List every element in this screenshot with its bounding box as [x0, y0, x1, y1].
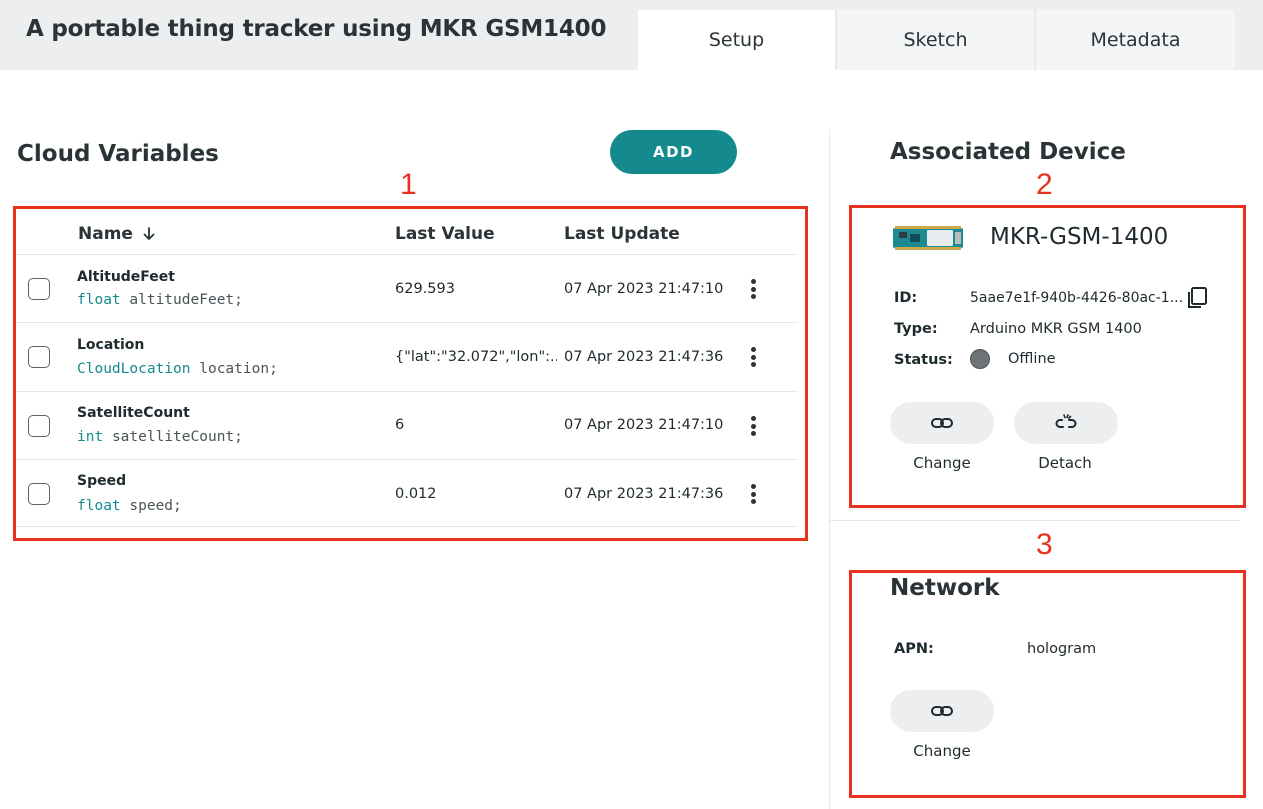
page-title: A portable thing tracker using MKR GSM14…: [26, 16, 607, 42]
device-status-value: Offline: [1008, 351, 1056, 367]
change-device-label: Change: [913, 454, 971, 472]
variable-name: AltitudeFeet: [77, 269, 175, 285]
row-checkbox[interactable]: [28, 346, 50, 368]
annotation-2: 2: [1036, 168, 1053, 201]
variable-declaration: CloudLocation location;: [77, 361, 278, 377]
column-header-name-label: Name: [78, 224, 133, 244]
variable-identifier: altitudeFeet;: [129, 292, 243, 308]
add-variable-button[interactable]: ADD: [610, 130, 737, 174]
table-row[interactable]: Location CloudLocation location; {"lat":…: [16, 322, 798, 390]
row-checkbox[interactable]: [28, 483, 50, 505]
variable-name: Speed: [77, 473, 127, 489]
last-value: 0.012: [395, 486, 437, 502]
link-icon: [931, 418, 953, 428]
device-type-value: Arduino MKR GSM 1400: [970, 321, 1142, 337]
annotation-3: 3: [1036, 528, 1053, 561]
device-id-label: ID:: [894, 290, 918, 306]
board-icon: [893, 226, 963, 250]
variable-identifier: speed;: [129, 498, 182, 514]
last-value: {"lat":"32.072","lon":...: [395, 349, 557, 365]
device-id-value: 5aae7e1f-940b-4426-80ac-1...: [970, 290, 1184, 306]
arrow-down-icon: [143, 227, 155, 240]
link-icon: [931, 706, 953, 716]
unlink-icon: [1055, 414, 1077, 428]
more-options-icon[interactable]: [746, 277, 760, 301]
device-type-label: Type:: [894, 321, 938, 337]
last-update: 07 Apr 2023 21:47:36: [564, 486, 724, 502]
cloud-variables-title: Cloud Variables: [17, 141, 219, 167]
tab-metadata[interactable]: Metadata: [1035, 10, 1235, 70]
variable-declaration: float altitudeFeet;: [77, 292, 243, 308]
row-checkbox[interactable]: [28, 415, 50, 437]
column-divider: [829, 130, 830, 809]
table-row[interactable]: SatelliteCount int satelliteCount; 6 07 …: [16, 391, 798, 459]
device-name: MKR-GSM-1400: [990, 224, 1169, 250]
column-header-last-value[interactable]: Last Value: [395, 224, 495, 244]
variable-type: CloudLocation: [77, 361, 191, 377]
network-title: Network: [890, 575, 1000, 601]
change-network-label: Change: [913, 742, 971, 760]
annotation-box-3: [849, 570, 1246, 798]
variable-identifier: location;: [199, 361, 278, 377]
variable-identifier: satelliteCount;: [111, 429, 243, 445]
apn-label: APN:: [894, 641, 934, 657]
last-value: 629.593: [395, 281, 455, 297]
last-update: 07 Apr 2023 21:47:10: [564, 281, 724, 297]
detach-device-button[interactable]: [1014, 402, 1118, 444]
row-checkbox[interactable]: [28, 278, 50, 300]
table-row[interactable]: Speed float speed; 0.012 07 Apr 2023 21:…: [16, 459, 798, 527]
device-status-label: Status:: [894, 352, 953, 368]
copy-icon[interactable]: [1185, 286, 1209, 310]
column-header-name[interactable]: Name: [78, 224, 157, 244]
last-value: 6: [395, 417, 405, 433]
apn-value: hologram: [1027, 641, 1097, 657]
annotation-1: 1: [400, 168, 417, 201]
variable-name: Location: [77, 337, 145, 353]
tab-sketch[interactable]: Sketch: [836, 10, 1034, 70]
last-update: 07 Apr 2023 21:47:36: [564, 349, 724, 365]
last-update: 07 Apr 2023 21:47:10: [564, 417, 724, 433]
status-indicator-icon: [970, 349, 990, 369]
section-divider: [830, 520, 1240, 521]
change-device-button[interactable]: [890, 402, 994, 444]
detach-device-label: Detach: [1038, 454, 1092, 472]
column-header-last-update[interactable]: Last Update: [564, 224, 680, 244]
tab-setup[interactable]: Setup: [638, 10, 835, 70]
more-options-icon[interactable]: [746, 482, 760, 506]
more-options-icon[interactable]: [746, 414, 760, 438]
variable-declaration: int satelliteCount;: [77, 429, 243, 445]
variable-type: float: [77, 292, 121, 308]
variable-type: float: [77, 498, 121, 514]
more-options-icon[interactable]: [746, 345, 760, 369]
table-row[interactable]: AltitudeFeet float altitudeFeet; 629.593…: [16, 254, 798, 322]
change-network-button[interactable]: [890, 690, 994, 732]
variable-name: SatelliteCount: [77, 405, 190, 421]
variable-type: int: [77, 429, 104, 445]
associated-device-title: Associated Device: [890, 139, 1126, 165]
variable-declaration: float speed;: [77, 498, 182, 514]
